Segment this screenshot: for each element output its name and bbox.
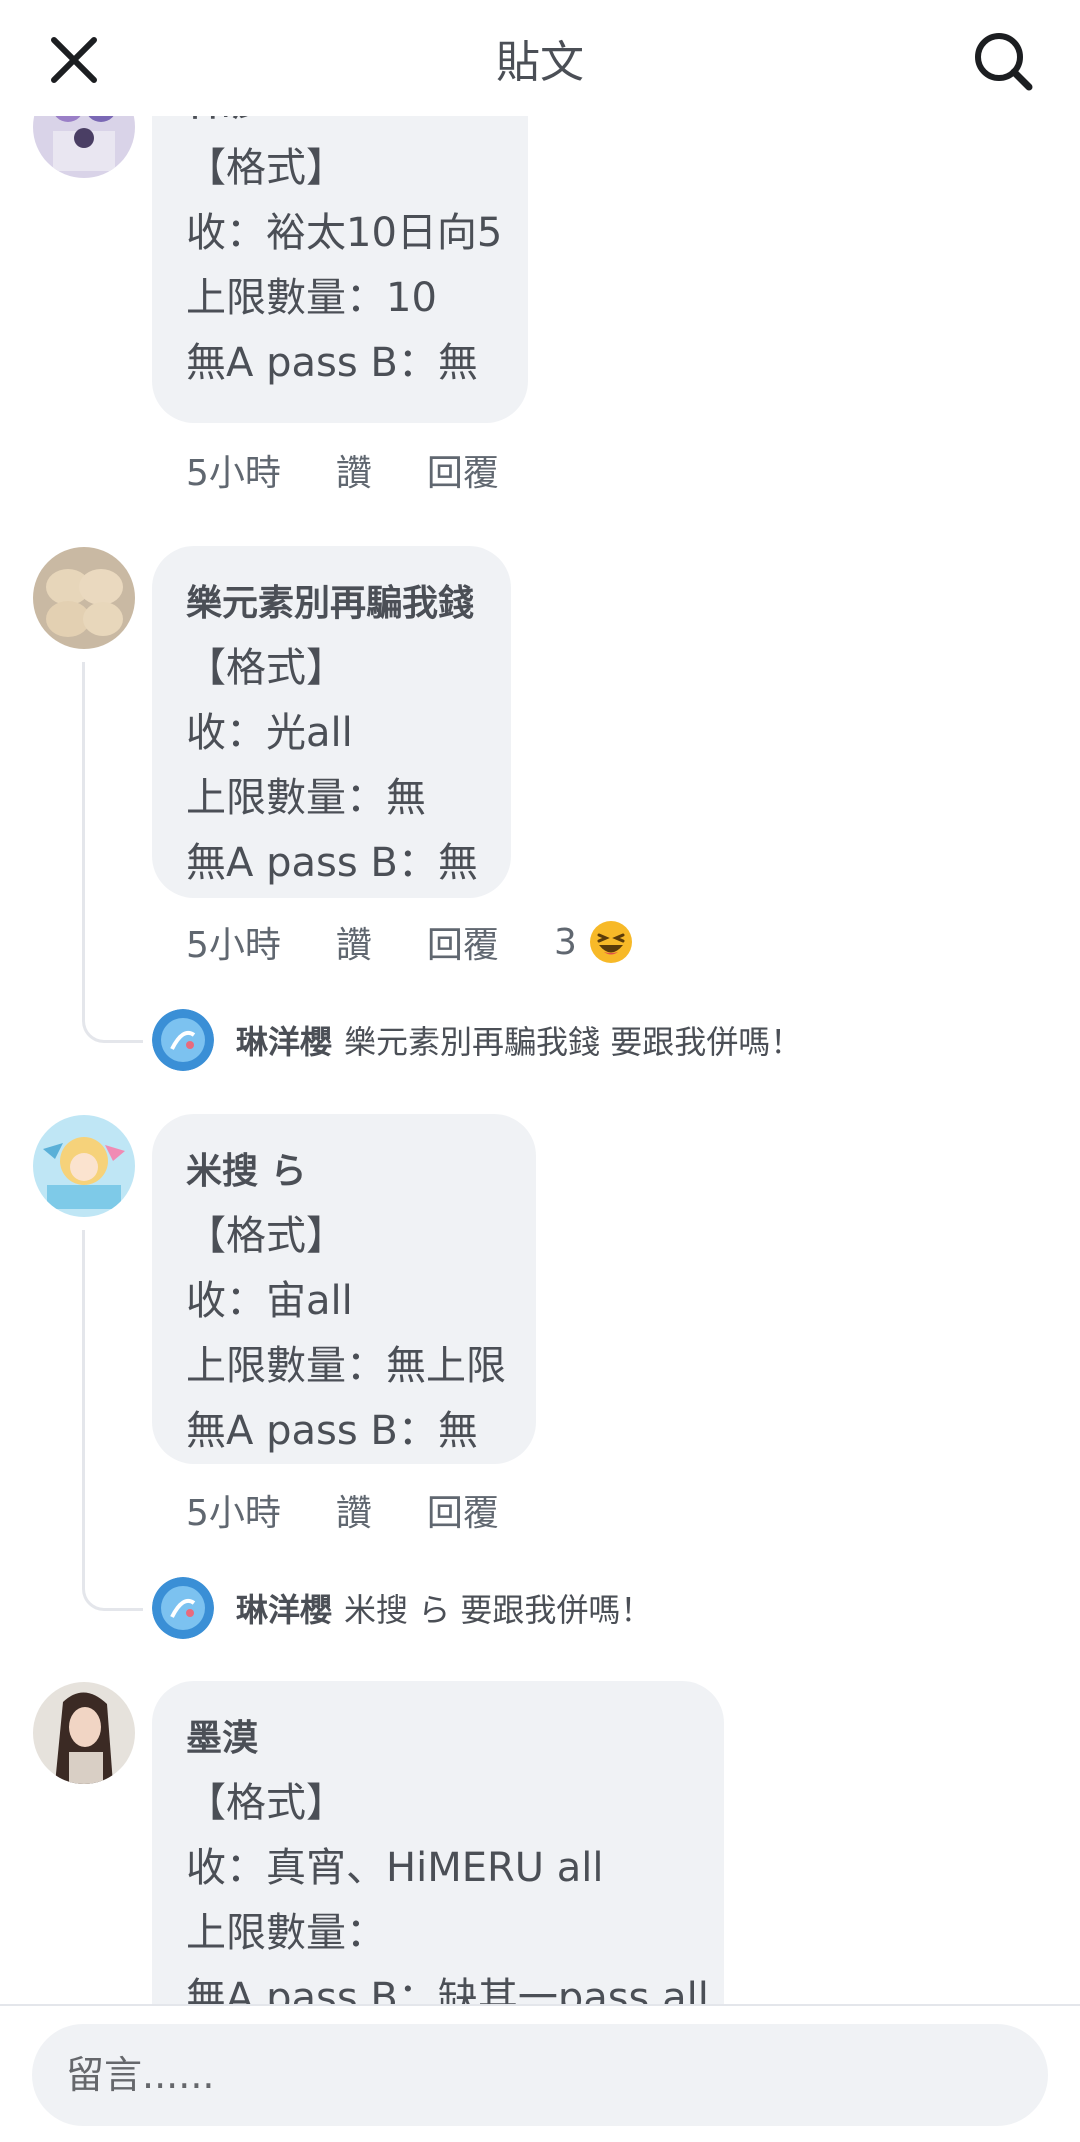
reaction-count: 3 xyxy=(553,921,577,963)
comment-author[interactable]: 米搜 ら xyxy=(186,1140,504,1204)
close-icon[interactable] xyxy=(48,34,100,86)
comment-text-line: 【格式】 xyxy=(186,1780,346,1826)
comment-text-line: 上限數量：無上限 xyxy=(186,1343,506,1389)
like-button[interactable]: 讚 xyxy=(336,444,372,496)
avatar[interactable] xyxy=(33,1682,135,1784)
comment-bubble: 墨漠 【格式】 收：真宵、HiMERU all 上限數量： 無A pass B：… xyxy=(152,1681,724,2005)
comment-input[interactable] xyxy=(32,2024,1048,2126)
reply-button[interactable]: 回覆 xyxy=(427,444,499,496)
reply-text: 樂元素別再騙我錢 要跟我併嗎！ xyxy=(344,1023,803,1061)
comment-actions: 5小時 讚 回覆 xyxy=(186,444,554,496)
comment-text-line: 收：光all xyxy=(186,710,353,756)
comment-time: 5小時 xyxy=(186,1493,281,1534)
reply-author[interactable]: 琳洋櫻 xyxy=(236,1017,332,1063)
comment-author[interactable]: 樂元素別再騙我錢 xyxy=(186,572,479,636)
reply-button[interactable]: 回覆 xyxy=(427,916,499,968)
thread-connector xyxy=(82,1230,143,1611)
comment-text-line: 【格式】 xyxy=(186,145,346,191)
avatar[interactable] xyxy=(152,1009,214,1071)
reaction-summary[interactable]: 3 xyxy=(554,920,633,964)
avatar[interactable] xyxy=(33,547,135,649)
comment-bubble: 樂元素別再騙我錢 【格式】 收：光all 上限數量：無 無A pass B：無 xyxy=(152,546,511,898)
comment-actions: 5小時 讚 回覆 3 xyxy=(186,916,633,968)
comment-text-line: 無A pass B：缺其一pass all xyxy=(186,1975,709,2005)
comment-text-line: 上限數量： xyxy=(186,1910,386,1956)
comment-text-line: 【格式】 xyxy=(186,645,346,691)
comment-text-line: 無A pass B：無 xyxy=(186,1408,478,1454)
comment-text-line: 上限數量：無 xyxy=(186,775,426,821)
comment-text-line: 無A pass B：無 xyxy=(186,840,478,886)
comment-actions: 5小時 讚 回覆 xyxy=(186,1484,554,1536)
comment-text-line: 無A pass B：無 xyxy=(186,340,478,386)
reply-button[interactable]: 回覆 xyxy=(427,1484,499,1536)
thread-connector xyxy=(82,662,143,1043)
like-button[interactable]: 讚 xyxy=(336,1484,372,1536)
avatar[interactable] xyxy=(152,1577,214,1639)
haha-emoji-icon xyxy=(589,921,632,963)
page-title: 貼文 xyxy=(496,37,584,88)
comments-feed[interactable]: 韓諺 【格式】 收：裕太10日向5 上限數量：10 無A pass B：無 5小… xyxy=(0,0,1080,2005)
comment-text-line: 收：宙all xyxy=(186,1278,353,1324)
comment-bubble: 米搜 ら 【格式】 收：宙all 上限數量：無上限 無A pass B：無 xyxy=(152,1114,536,1464)
reply-text: 米搜 ら 要跟我併嗎！ xyxy=(344,1591,653,1629)
reply-preview[interactable]: 琳洋櫻 樂元素別再騙我錢 要跟我併嗎！ xyxy=(152,1009,802,1071)
comment-composer xyxy=(0,2004,1080,2142)
top-bar: 貼文 xyxy=(0,0,1080,116)
comment-time: 5小時 xyxy=(186,925,281,966)
comment-text-line: 收：裕太10日向5 xyxy=(186,210,503,256)
search-icon[interactable] xyxy=(972,30,1034,92)
reply-preview[interactable]: 琳洋櫻 米搜 ら 要跟我併嗎！ xyxy=(152,1577,652,1639)
reply-author[interactable]: 琳洋櫻 xyxy=(236,1585,332,1631)
comment-author[interactable]: 墨漠 xyxy=(186,1707,692,1771)
comment-text-line: 上限數量：10 xyxy=(186,275,437,321)
avatar[interactable] xyxy=(33,1115,135,1217)
like-button[interactable]: 讚 xyxy=(336,916,372,968)
comment-text-line: 收：真宵、HiMERU all xyxy=(186,1845,604,1891)
comment-text-line: 【格式】 xyxy=(186,1213,346,1259)
comment-time: 5小時 xyxy=(186,453,281,494)
